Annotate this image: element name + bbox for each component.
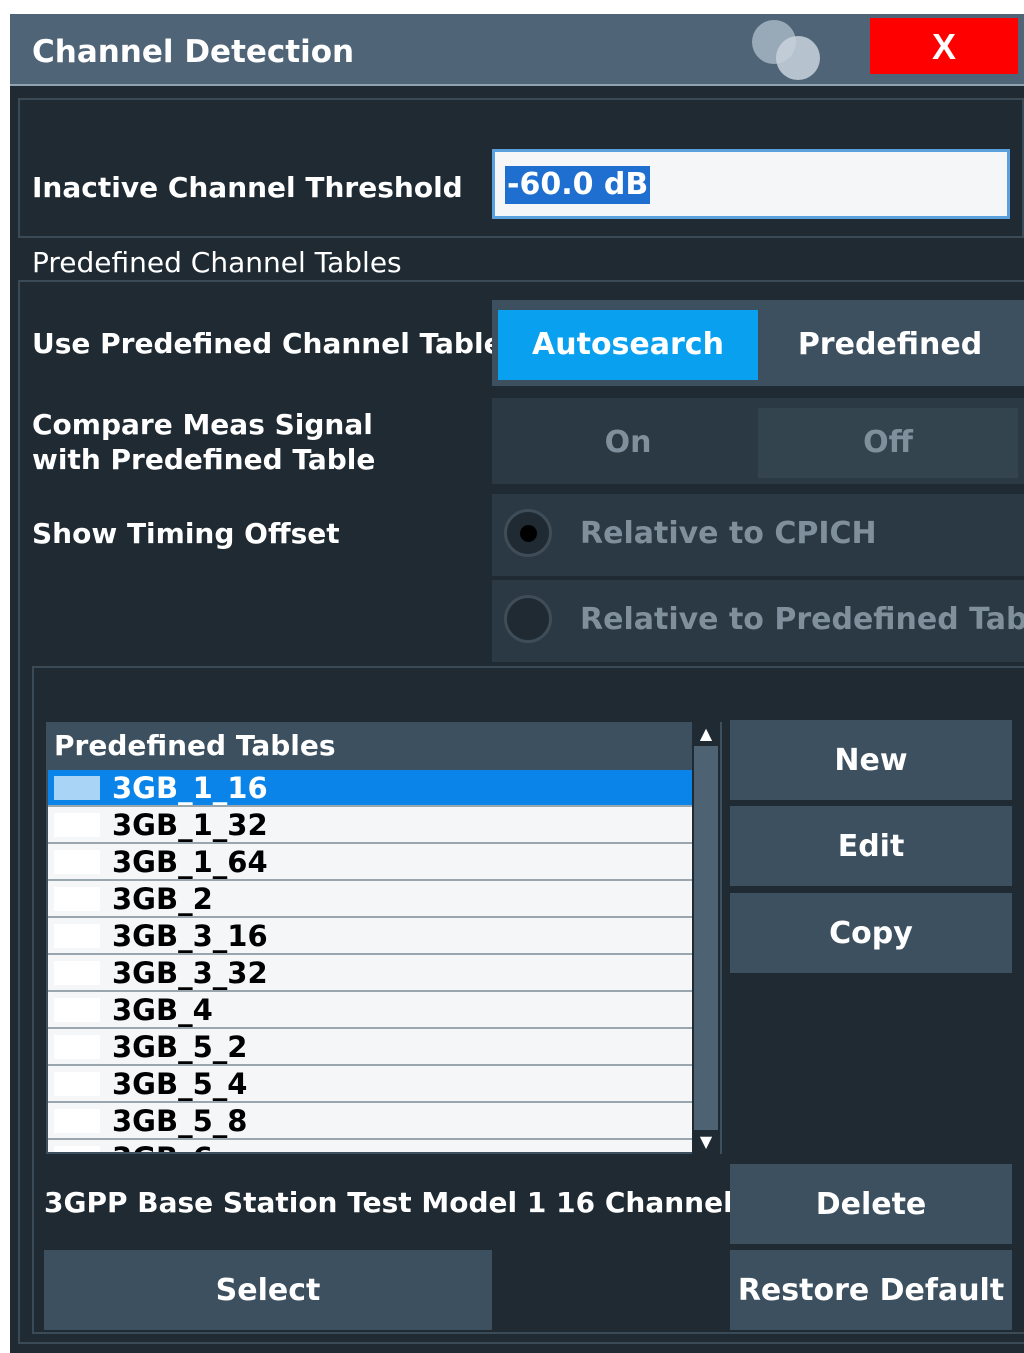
list-body[interactable]: 3GB_1_16 3GB_1_32 3GB_1_64 3GB_2 3GB_3_1…	[48, 770, 692, 1152]
scroll-track[interactable]	[694, 746, 718, 1130]
copy-button[interactable]: Copy	[730, 893, 1012, 973]
list-item[interactable]: 3GB_6	[48, 1140, 692, 1152]
scroll-down-icon[interactable]: ▼	[694, 1130, 718, 1154]
list-item[interactable]: 3GB_4	[48, 992, 692, 1029]
radio-selected-icon	[504, 509, 552, 557]
threshold-value: -60.0 dB	[505, 166, 651, 204]
close-button[interactable]: X	[870, 18, 1018, 74]
threshold-label: Inactive Channel Threshold	[32, 171, 463, 204]
timing-cpich-label: Relative to CPICH	[580, 516, 877, 551]
timing-predefined-label: Relative to Predefined Table	[580, 602, 1024, 637]
use-table-label: Use Predefined Channel Table	[32, 327, 503, 360]
compare-label-line1: Compare Meas Signal	[32, 408, 373, 441]
list-item[interactable]: 3GB_5_4	[48, 1066, 692, 1103]
autosearch-option[interactable]: Autosearch	[498, 310, 758, 380]
select-button[interactable]: Select	[44, 1250, 492, 1330]
use-table-toggle: Autosearch Predefined	[492, 300, 1024, 386]
list-item[interactable]: 3GB_5_2	[48, 1029, 692, 1066]
dialog-title: Channel Detection	[32, 34, 355, 70]
compare-off-option[interactable]: Off	[758, 408, 1018, 478]
channel-detection-dialog: Channel Detection X Inactive Channel Thr…	[10, 14, 1024, 1353]
list-item[interactable]: 3GB_3_32	[48, 955, 692, 992]
new-button[interactable]: New	[730, 720, 1012, 800]
compare-toggle: On Off	[492, 398, 1024, 484]
timing-cpich-radio[interactable]: Relative to CPICH	[492, 494, 1024, 576]
list-item[interactable]: 3GB_2	[48, 881, 692, 918]
restore-default-button[interactable]: Restore Default	[730, 1250, 1012, 1330]
timing-label: Show Timing Offset	[32, 517, 340, 550]
title-bar[interactable]: Channel Detection X	[10, 14, 1024, 86]
predefined-section-title: Predefined Channel Tables	[32, 246, 402, 279]
predefined-option[interactable]: Predefined	[760, 310, 1020, 380]
timing-predefined-radio[interactable]: Relative to Predefined Table	[492, 580, 1024, 662]
table-description: 3GPP Base Station Test Model 1 16 Channe…	[44, 1186, 750, 1219]
compare-on-option[interactable]: On	[498, 408, 758, 478]
list-item[interactable]: 3GB_1_64	[48, 844, 692, 881]
list-item[interactable]: 3GB_1_16	[48, 770, 692, 807]
edit-button[interactable]: Edit	[730, 806, 1012, 886]
radio-unselected-icon	[504, 595, 552, 643]
compare-label-line2: with Predefined Table	[32, 443, 376, 476]
list-item[interactable]: 3GB_3_16	[48, 918, 692, 955]
threshold-input[interactable]: -60.0 dB	[492, 149, 1010, 219]
list-scrollbar[interactable]: ▲ ▼	[692, 722, 720, 1154]
scroll-up-icon[interactable]: ▲	[694, 722, 718, 746]
predefined-tables-list[interactable]: Predefined Tables 3GB_1_16 3GB_1_32 3GB_…	[46, 722, 722, 1154]
rs-logo-icon	[750, 18, 830, 84]
delete-button[interactable]: Delete	[730, 1164, 1012, 1244]
list-item[interactable]: 3GB_1_32	[48, 807, 692, 844]
list-header: Predefined Tables	[54, 729, 336, 762]
list-item[interactable]: 3GB_5_8	[48, 1103, 692, 1140]
